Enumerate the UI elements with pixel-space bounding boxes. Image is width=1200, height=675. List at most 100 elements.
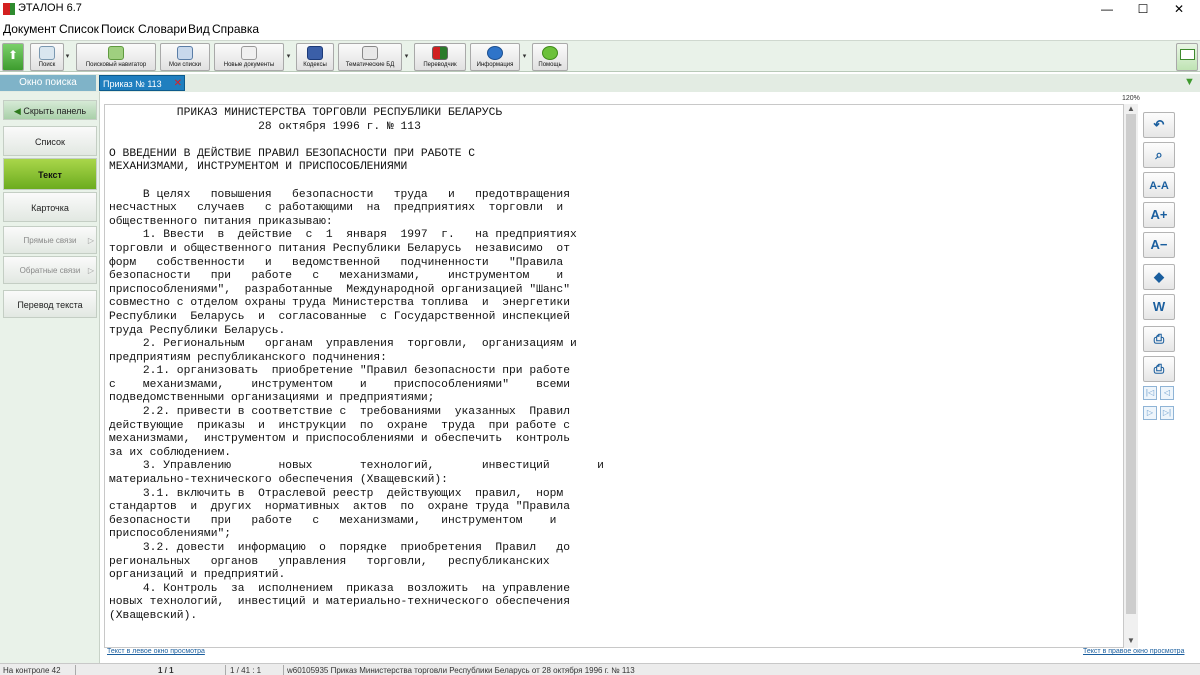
font-decrease-button[interactable]: A− <box>1143 232 1175 258</box>
back-button[interactable]: ↶ <box>1143 112 1175 138</box>
menu-dictionaries[interactable]: Словари <box>138 22 187 36</box>
document-line: механизмами, инструментом и приспособлен… <box>109 433 570 446</box>
document-line: подведомственными организациями и предпр… <box>109 392 435 405</box>
status-divider <box>75 665 76 675</box>
info-dropdown[interactable]: ▾ <box>521 43 528 71</box>
magnifier-button[interactable]: ⌕ <box>1143 142 1175 168</box>
document-line: 3.1. включить в Отраслевой реестр действ… <box>109 487 564 500</box>
menu-document[interactable]: Документ <box>3 22 56 36</box>
thematic-db-icon <box>362 46 378 60</box>
new-docs-button[interactable]: Новые документы <box>214 43 284 71</box>
document-line: 2.1. организовать приобретение "Правил б… <box>109 365 570 378</box>
document-line: приспособлениями", разработанные Междуна… <box>109 283 570 296</box>
new-docs-dropdown[interactable]: ▾ <box>285 43 292 71</box>
translate-text-button[interactable]: Перевод текста <box>3 290 97 318</box>
tab-document[interactable]: Приказ № 113 ✕ <box>99 75 185 91</box>
document-line: МЕХАНИЗМАМИ, ИНСТРУМЕНТОМ И ПРИСПОСОБЛЕН… <box>109 161 408 174</box>
document-line: торговли и общественного питания Республ… <box>109 242 570 255</box>
document-line: О ВВЕДЕНИИ В ДЕЙСТВИЕ ПРАВИЛ БЕЗОПАСНОСТ… <box>109 147 476 160</box>
card-button[interactable]: Карточка <box>3 192 97 222</box>
document-line: 4. Контроль за исполнением приказа возло… <box>109 582 570 595</box>
document-line: приспособлениями"; <box>109 528 232 541</box>
translator-button[interactable]: Переводчик <box>414 43 466 71</box>
my-lists-button[interactable]: Мои списки <box>160 43 210 71</box>
font-increase-icon: A+ <box>1150 207 1168 222</box>
eraser-button[interactable]: ◆ <box>1143 264 1175 290</box>
back-icon: ↶ <box>1153 117 1165 132</box>
reverse-links-button[interactable]: Обратные связи ▷ <box>3 256 97 284</box>
lists-icon <box>177 46 193 60</box>
vertical-scrollbar[interactable]: ▲ ▼ <box>1124 104 1138 648</box>
left-panel: ◀ Скрыть панель Список Текст Карточка Пр… <box>0 92 100 663</box>
text-right-view-link[interactable]: Текст в правое окно просмотра <box>1083 648 1184 655</box>
thematic-db-dropdown[interactable]: ▾ <box>403 43 410 71</box>
font-decrease-icon: A− <box>1150 237 1168 252</box>
first-page-icon[interactable]: |◁ <box>1143 386 1157 400</box>
document-line: 2. Региональным органам управления торго… <box>109 338 577 351</box>
envelope-icon <box>1180 49 1195 60</box>
tab-close-icon[interactable]: ✕ <box>174 76 182 92</box>
menu-list[interactable]: Список <box>59 22 99 36</box>
info-button[interactable]: Информация <box>470 43 520 71</box>
status-control: На контроле 42 <box>3 666 61 675</box>
navigator-button[interactable]: Поисковый навигатор <box>76 43 156 71</box>
text-left-view-link[interactable]: Текст в левое окно просмотра <box>107 648 205 655</box>
tab-document-label: Приказ № 113 <box>103 79 162 89</box>
scroll-down-icon[interactable]: ▼ <box>1124 636 1138 645</box>
text-button[interactable]: Текст <box>3 158 97 190</box>
hide-panel-button[interactable]: ◀ Скрыть панель <box>3 100 97 120</box>
right-toolbar: ↶ ⌕ A-A A+ A− ◆ W ⎙ ⎙ |◁ ◁ ▷ ▷| <box>1140 104 1180 424</box>
document-line: за их соблюдением. <box>109 446 232 459</box>
word-export-icon: W <box>1152 299 1166 314</box>
direct-links-button[interactable]: Прямые связи ▷ <box>3 226 97 254</box>
document-line: 3.2. довести информацию о порядке приобр… <box>109 542 570 554</box>
font-increase-button[interactable]: A+ <box>1143 202 1175 228</box>
codex-button[interactable]: Кодексы <box>296 43 334 71</box>
document-line: безопасности при работе с механизмами, и… <box>109 270 564 283</box>
tab-search-window[interactable]: Окно поиска <box>0 75 96 91</box>
next-page-icon[interactable]: ▷ <box>1143 406 1157 420</box>
search-icon <box>39 46 55 60</box>
up-button[interactable]: ⬆ <box>2 43 24 71</box>
menu-help[interactable]: Справка <box>212 22 259 36</box>
search-button[interactable]: Поиск <box>30 43 64 71</box>
window-title: ЭТАЛОН 6.7 <box>18 2 82 14</box>
word-export-button[interactable]: W <box>1143 294 1175 320</box>
document-line: труда Республики Беларусь. <box>109 324 286 337</box>
document-view[interactable]: ПРИКАЗ МИНИСТЕРСТВА ТОРГОВЛИ РЕСПУБЛИКИ … <box>104 104 1124 648</box>
document-line: материально-технического обеспечения (Хв… <box>109 474 448 487</box>
font-size-button[interactable]: A-A <box>1143 172 1175 198</box>
help-button[interactable]: Помощь <box>532 43 568 71</box>
document-line: форм собственности и ведомственной подчи… <box>109 256 564 269</box>
prev-page-icon[interactable]: ◁ <box>1160 386 1174 400</box>
mail-button[interactable] <box>1176 43 1198 71</box>
status-page: 1 / 1 <box>158 666 174 675</box>
scroll-up-icon[interactable]: ▲ <box>1124 104 1138 113</box>
document-line: общественного питания приказываю: <box>109 215 333 228</box>
tab-down-arrow-icon[interactable]: ▼ <box>1184 76 1195 88</box>
document-line: Республики Беларусь и согласованные с Го… <box>109 310 570 323</box>
tab-bar: Окно поиска Приказ № 113 ✕ ▼ <box>0 74 1200 92</box>
document-text: ПРИКАЗ МИНИСТЕРСТВА ТОРГОВЛИ РЕСПУБЛИКИ … <box>109 107 624 624</box>
codex-icon <box>307 46 323 60</box>
chevron-right-icon: ▷ <box>87 236 94 245</box>
menu-search[interactable]: Поиск <box>101 22 134 36</box>
info-icon <box>487 46 503 60</box>
search-dropdown[interactable]: ▾ <box>64 43 71 71</box>
chevron-right-icon: ▷ <box>87 266 94 275</box>
last-page-icon[interactable]: ▷| <box>1160 406 1174 420</box>
eraser-icon: ◆ <box>1154 269 1164 284</box>
document-line: новых технологий, инвестиций и материаль… <box>109 596 570 609</box>
menu-view[interactable]: Вид <box>188 22 210 36</box>
print-button[interactable]: ⎙ <box>1143 326 1175 352</box>
close-button[interactable]: ✕ <box>1156 0 1200 18</box>
list-button[interactable]: Список <box>3 126 97 156</box>
thematic-db-button[interactable]: Тематические БД <box>338 43 402 71</box>
status-position: 1 / 41 : 1 <box>230 666 262 675</box>
scroll-thumb[interactable] <box>1126 114 1136 614</box>
font-size-icon: A-A <box>1149 180 1169 192</box>
print-settings-button[interactable]: ⎙ <box>1143 356 1175 382</box>
magnifier-icon: ⌕ <box>1155 147 1163 162</box>
document-line: безопасности при работе с механизмами, и… <box>109 514 557 527</box>
